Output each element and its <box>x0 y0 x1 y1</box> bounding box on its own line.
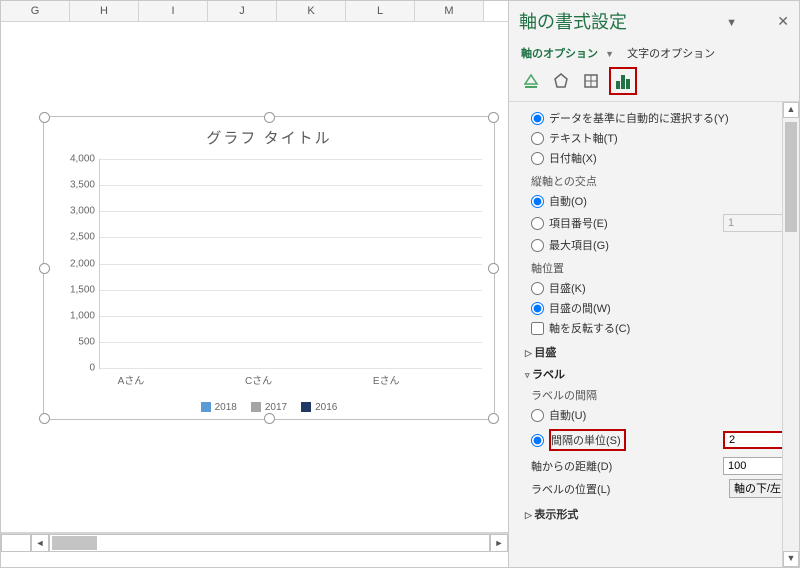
col-header[interactable]: K <box>277 1 346 21</box>
y-tick-label: 4,000 <box>55 154 95 165</box>
chart-object[interactable]: グラフ タイトル 05001,0001,5002,0002,5003,0003,… <box>43 116 495 420</box>
plot-area[interactable]: 05001,0001,5002,0002,5003,0003,5004,000 <box>99 159 482 369</box>
col-header[interactable]: M <box>415 1 484 21</box>
col-header[interactable]: I <box>139 1 208 21</box>
size-icon[interactable] <box>579 69 603 93</box>
scroll-right-icon[interactable]: ► <box>490 534 508 552</box>
cross-auto[interactable]: 自動(O) <box>531 191 799 211</box>
y-tick-label: 3,500 <box>55 180 95 191</box>
cross-item-no[interactable]: 項目番号(E) <box>531 213 717 233</box>
y-tick-label: 3,000 <box>55 206 95 217</box>
axis-pos-heading: 軸位置 <box>531 260 799 276</box>
scroll-down-icon[interactable]: ▼ <box>783 551 799 567</box>
legend-label: 2018 <box>215 402 237 413</box>
resize-handle[interactable] <box>488 263 499 274</box>
resize-handle[interactable] <box>39 263 50 274</box>
section-label[interactable]: ラベル <box>525 366 799 382</box>
label-spacing-auto[interactable]: 自動(U) <box>531 405 799 425</box>
col-header[interactable]: J <box>208 1 277 21</box>
format-axis-pane: 軸の書式設定 ▼ ✕ 軸のオプション ▼ 文字のオプション ▲ <box>509 1 799 567</box>
resize-handle[interactable] <box>488 413 499 424</box>
resize-handle[interactable] <box>39 413 50 424</box>
y-tick-label: 2,000 <box>55 258 95 269</box>
y-tick-label: 1,500 <box>55 284 95 295</box>
y-tick-label: 2,500 <box>55 232 95 243</box>
legend-label: 2016 <box>315 402 337 413</box>
scroll-left-icon[interactable]: ◄ <box>31 534 49 552</box>
col-header[interactable]: H <box>70 1 139 21</box>
legend-label: 2017 <box>265 402 287 413</box>
x-tick-label: Cさん <box>227 372 291 387</box>
x-tick-label <box>163 372 227 387</box>
x-tick-label: Aさん <box>99 372 163 387</box>
tab-text-options[interactable]: 文字のオプション <box>627 48 715 60</box>
section-numfmt[interactable]: 表示形式 <box>525 506 799 522</box>
axis-options-icon[interactable] <box>609 67 637 95</box>
axis-pos-ontick[interactable]: 目盛(K) <box>531 278 799 298</box>
axis-pos-between[interactable]: 目盛の間(W) <box>531 298 799 318</box>
x-axis-labels: Aさん Cさん Eさん <box>99 372 482 387</box>
cross-max[interactable]: 最大項目(G) <box>531 235 799 255</box>
x-tick-label <box>290 372 354 387</box>
resize-handle[interactable] <box>264 413 275 424</box>
axis-reverse[interactable]: 軸を反転する(C) <box>531 318 799 338</box>
resize-handle[interactable] <box>264 112 275 123</box>
y-tick-label: 0 <box>55 363 95 374</box>
tab-axis-options[interactable]: 軸のオプション <box>521 48 598 60</box>
y-tick-label: 1,000 <box>55 310 95 321</box>
pane-title: 軸の書式設定 <box>509 1 799 41</box>
spreadsheet-area[interactable]: G H I J K L M グラフ タイトル 050 <box>1 1 509 567</box>
label-spacing-heading: ラベルの間隔 <box>531 387 799 403</box>
vertical-scrollbar[interactable]: ▲ ▼ <box>782 102 799 567</box>
close-icon[interactable]: ✕ <box>777 13 789 30</box>
pane-menu-icon[interactable]: ▼ <box>726 17 737 29</box>
fill-icon[interactable] <box>519 69 543 93</box>
label-spacing-interval[interactable]: 間隔の単位(S) <box>531 427 626 453</box>
section-tick[interactable]: 目盛 <box>525 344 799 360</box>
axis-type-text[interactable]: テキスト軸(T) <box>531 128 799 148</box>
label-position: ラベルの位置(L) <box>531 481 723 497</box>
col-header[interactable]: L <box>346 1 415 21</box>
y-tick-label: 500 <box>55 336 95 347</box>
dropdown-icon[interactable]: ▼ <box>605 49 614 59</box>
resize-handle[interactable] <box>488 112 499 123</box>
x-tick-label <box>418 372 482 387</box>
axis-options-panel: ▲ ▼ データを基準に自動的に選択する(Y) テキスト軸(T) 日付軸(X) 縦… <box>509 101 799 567</box>
effects-icon[interactable] <box>549 69 573 93</box>
horizontal-scrollbar[interactable]: ◄ ► <box>1 533 508 552</box>
resize-handle[interactable] <box>39 112 50 123</box>
scroll-thumb[interactable] <box>785 122 797 232</box>
scroll-thumb[interactable] <box>52 536 97 550</box>
axis-type-auto[interactable]: データを基準に自動的に選択する(Y) <box>531 108 799 128</box>
column-headers[interactable]: G H I J K L M <box>1 1 508 22</box>
chart-title[interactable]: グラフ タイトル <box>44 127 494 148</box>
scroll-up-icon[interactable]: ▲ <box>783 102 799 118</box>
x-tick-label: Eさん <box>354 372 418 387</box>
axis-type-date[interactable]: 日付軸(X) <box>531 148 799 168</box>
col-header[interactable]: G <box>1 1 70 21</box>
chart-legend[interactable]: 2018 2017 2016 <box>44 402 494 413</box>
cross-heading: 縦軸との交点 <box>531 173 799 189</box>
label-distance: 軸からの距離(D) <box>531 458 717 474</box>
